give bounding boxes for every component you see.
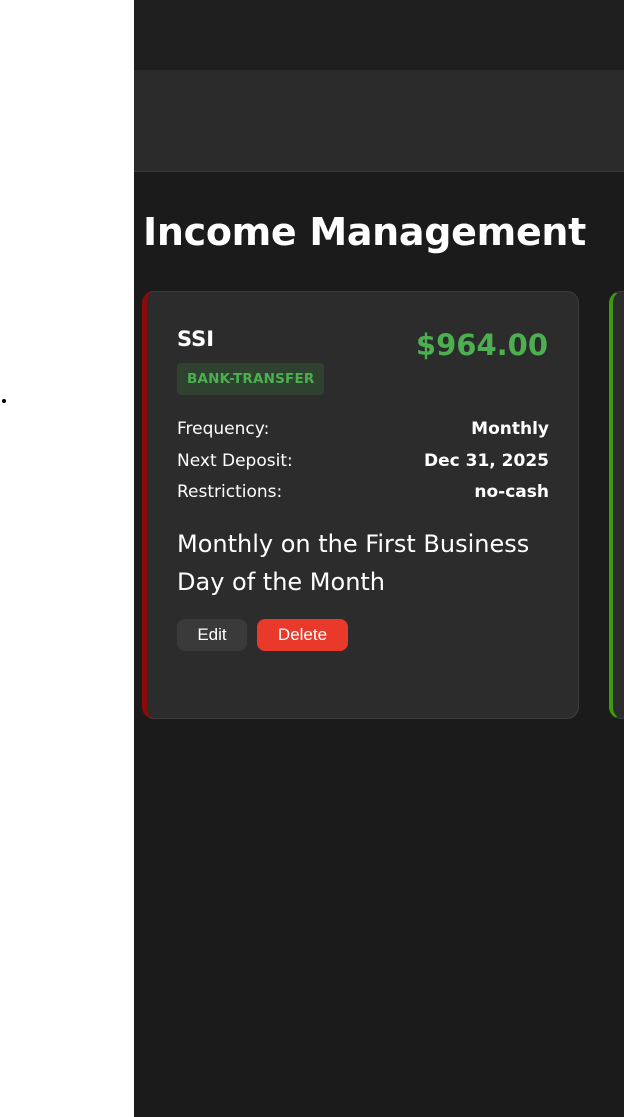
income-name: SSI — [177, 327, 215, 351]
detail-row-frequency: Frequency: Monthly — [177, 417, 549, 441]
delete-button[interactable]: Delete — [257, 619, 348, 651]
detail-label: Restrictions: — [177, 482, 283, 502]
income-card: SSI $964.00 BANK-TRANSFER Frequency: Mon… — [142, 291, 579, 719]
detail-value: Monthly — [471, 419, 549, 439]
detail-value: Dec 31, 2025 — [424, 451, 549, 471]
left-gutter — [0, 0, 134, 1117]
app-window: Income Management SSI $964.00 BANK-TRANS… — [134, 0, 624, 1117]
schedule-description: Monthly on the First Business Day of the… — [177, 530, 530, 596]
payment-method-badge: BANK-TRANSFER — [177, 363, 325, 395]
edit-button[interactable]: Edit — [177, 619, 247, 651]
detail-label: Frequency: — [177, 419, 270, 439]
detail-value: no-cash — [474, 482, 549, 502]
income-card — [609, 291, 624, 719]
page-title: Income Management — [143, 210, 587, 254]
income-amount: $964.00 — [415, 328, 548, 362]
sub-header-bar — [134, 71, 624, 172]
bullet-dot — [2, 399, 6, 403]
top-bar — [134, 0, 624, 71]
detail-row-restrictions: Restrictions: no-cash — [177, 480, 549, 504]
detail-row-next-deposit: Next Deposit: Dec 31, 2025 — [177, 449, 549, 473]
detail-label: Next Deposit: — [177, 451, 293, 471]
